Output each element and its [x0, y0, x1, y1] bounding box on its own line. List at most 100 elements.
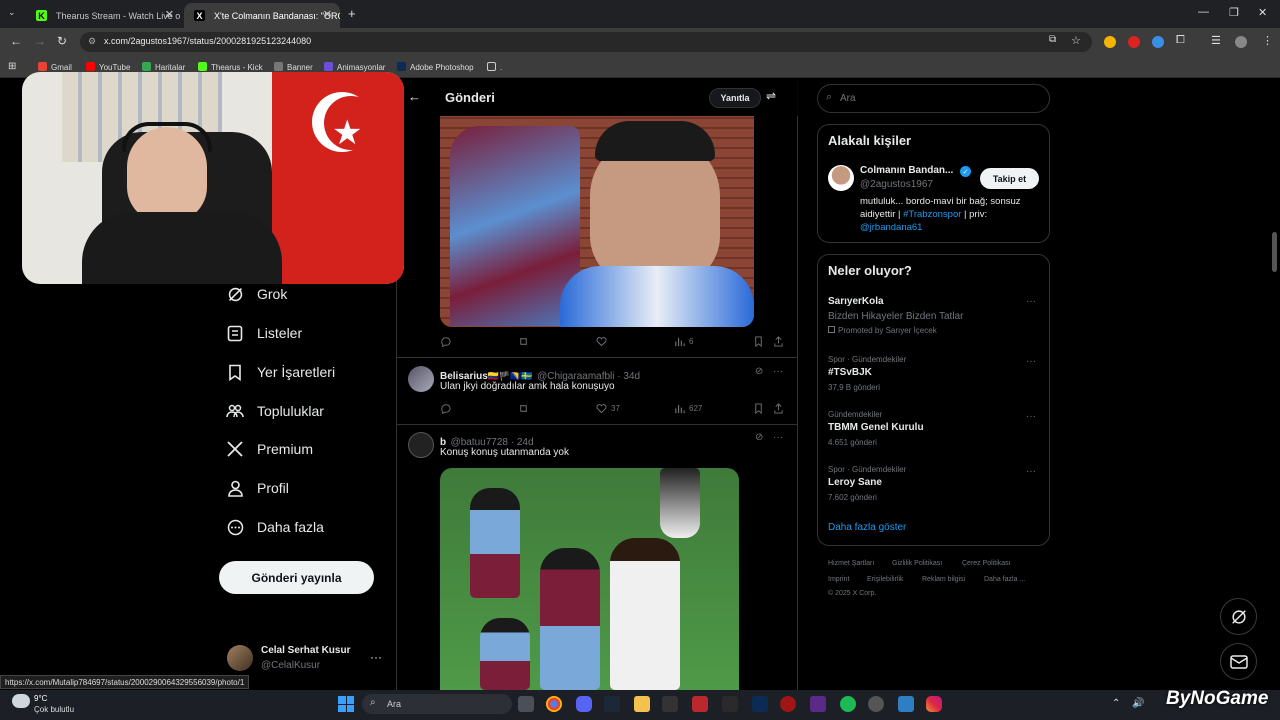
footer-link[interactable]: Reklam bilgisi [922, 576, 965, 583]
close-icon[interactable]: ✕ [323, 8, 332, 21]
back-icon[interactable]: ← [10, 34, 22, 48]
file-explorer-icon[interactable] [634, 696, 650, 712]
post-image[interactable] [440, 468, 739, 690]
tab-x-post[interactable]: X X'te Colmanın Bandanası: "ORO ✕ [184, 3, 340, 28]
grok-fab[interactable] [1220, 598, 1257, 635]
profile-avatar-icon[interactable] [1235, 36, 1247, 48]
nav-profile[interactable]: Profil [226, 475, 289, 501]
tab-kick[interactable]: K Thearus Stream - Watch Live o ✕ [26, 3, 182, 28]
reload-icon[interactable]: ↻ [57, 34, 67, 48]
bookmark-maps[interactable]: Haritalar [142, 62, 185, 72]
footer-link[interactable]: Daha fazla ... [984, 576, 1025, 583]
tab-list-icon[interactable]: ☰ [1211, 34, 1221, 47]
bookmark-animations[interactable]: Animasyonlar [324, 62, 385, 72]
steam-icon[interactable] [604, 696, 620, 712]
post-time[interactable]: 34d [623, 371, 640, 382]
chrome-icon[interactable] [546, 696, 562, 712]
bookmark-action[interactable] [753, 336, 764, 347]
nav-grok[interactable]: Grok [226, 281, 287, 307]
epic-games-icon[interactable] [722, 696, 738, 712]
app-icon[interactable] [692, 696, 708, 712]
filter-settings-icon[interactable]: ⇌ [766, 89, 776, 103]
related-name[interactable]: Colmanın Bandan... [860, 165, 953, 176]
views-action[interactable]: 627 [674, 403, 702, 414]
app-icon[interactable] [898, 696, 914, 712]
reply-action[interactable] [440, 336, 451, 347]
forward-icon[interactable]: → [34, 34, 46, 48]
like-action[interactable] [596, 336, 607, 347]
more-options-icon[interactable]: ··· [773, 432, 783, 443]
avatar[interactable] [227, 645, 253, 671]
post-button[interactable]: Gönderi yayınla [219, 561, 374, 594]
instagram-icon[interactable] [926, 696, 942, 712]
grok-icon[interactable]: ⊘ [755, 432, 763, 443]
taskbar-search[interactable] [362, 694, 512, 714]
messages-fab[interactable] [1220, 643, 1257, 680]
bookmark-youtube[interactable]: YouTube [86, 62, 130, 72]
app-icon[interactable] [810, 696, 826, 712]
footer-link[interactable]: Hizmet Şartları [828, 560, 874, 567]
trend-name[interactable]: TBMM Genel Kurulu [828, 422, 924, 433]
maximize-icon[interactable]: ❐ [1229, 6, 1239, 19]
more-options-icon[interactable]: ··· [1026, 296, 1036, 307]
back-arrow-icon[interactable]: ← [408, 89, 421, 104]
extension-icon[interactable] [1104, 36, 1116, 48]
photoshop-icon[interactable] [752, 696, 768, 712]
extension-icon[interactable] [1128, 36, 1140, 48]
bookmark-photoshop[interactable]: Adobe Photoshop [397, 62, 474, 72]
share-action[interactable] [773, 403, 784, 414]
more-options-icon[interactable]: ··· [1026, 466, 1036, 477]
spotify-icon[interactable] [840, 696, 856, 712]
apps-grid-icon[interactable]: ⊞ [8, 61, 16, 72]
site-info-icon[interactable]: ⚙ [88, 36, 96, 47]
footer-link[interactable]: Çerez Politikası [962, 560, 1011, 567]
repost-action[interactable] [518, 403, 529, 414]
weather-icon[interactable] [12, 694, 30, 708]
star-bookmark-icon[interactable]: ☆ [1071, 34, 1081, 47]
bookmark-kick[interactable]: Thearus - Kick [198, 62, 263, 72]
volume-icon[interactable]: 🔊 [1132, 698, 1144, 709]
footer-link[interactable]: Gizlilik Politikası [892, 560, 942, 567]
extensions-puzzle-icon[interactable]: ⧠ [1176, 34, 1185, 47]
footer-link[interactable]: Imprint [828, 576, 849, 583]
tab-search-icon[interactable]: ⌄ [8, 7, 16, 18]
nav-more[interactable]: Daha fazla [226, 514, 324, 540]
window-close-icon[interactable]: ✕ [1258, 6, 1267, 19]
trend-name[interactable]: Leroy Sane [828, 477, 882, 488]
more-options-icon[interactable]: ··· [1026, 411, 1036, 422]
promo-name[interactable]: SarıyerKola [828, 296, 884, 307]
mention-link[interactable]: @jrbandana61 [860, 222, 922, 233]
account-menu-icon[interactable]: ··· [370, 650, 382, 664]
reply-button[interactable]: Yanıtla [709, 88, 761, 108]
bookmark-action[interactable] [753, 403, 764, 414]
bookmark-banner[interactable]: Banner [274, 62, 313, 72]
views-action[interactable]: 6 [674, 336, 693, 347]
task-view-icon[interactable] [518, 696, 534, 712]
scrollbar-thumb[interactable] [1272, 232, 1277, 272]
new-tab-icon[interactable]: + [348, 6, 356, 21]
app-icon[interactable] [868, 696, 884, 712]
more-options-icon[interactable]: ··· [773, 366, 783, 377]
nav-communities[interactable]: Topluluklar [226, 398, 324, 424]
grok-icon[interactable]: ⊘ [755, 366, 763, 377]
nav-premium[interactable]: Premium [226, 436, 313, 462]
avatar[interactable] [408, 366, 434, 392]
bookmark-folder[interactable]: . [487, 62, 502, 72]
extension-icon[interactable] [1152, 36, 1164, 48]
post-image[interactable] [440, 116, 754, 327]
app-icon[interactable] [780, 696, 796, 712]
discord-icon[interactable] [576, 696, 592, 712]
menu-dots-icon[interactable]: ⋮ [1262, 34, 1273, 47]
trend-name[interactable]: #TSvBJK [828, 367, 872, 378]
minimize-icon[interactable]: — [1198, 6, 1209, 18]
start-button[interactable] [338, 696, 354, 712]
nav-lists[interactable]: Listeler [226, 320, 302, 346]
nav-bookmarks[interactable]: Yer İşaretleri [226, 359, 335, 385]
share-action[interactable] [773, 336, 784, 347]
like-action[interactable]: 37 [596, 403, 620, 414]
bookmark-gmail[interactable]: Gmail [38, 62, 72, 72]
footer-link[interactable]: Erişilebilirlik [867, 576, 904, 583]
avatar[interactable] [408, 432, 434, 458]
reply-action[interactable] [440, 403, 451, 414]
avatar[interactable] [828, 165, 854, 191]
